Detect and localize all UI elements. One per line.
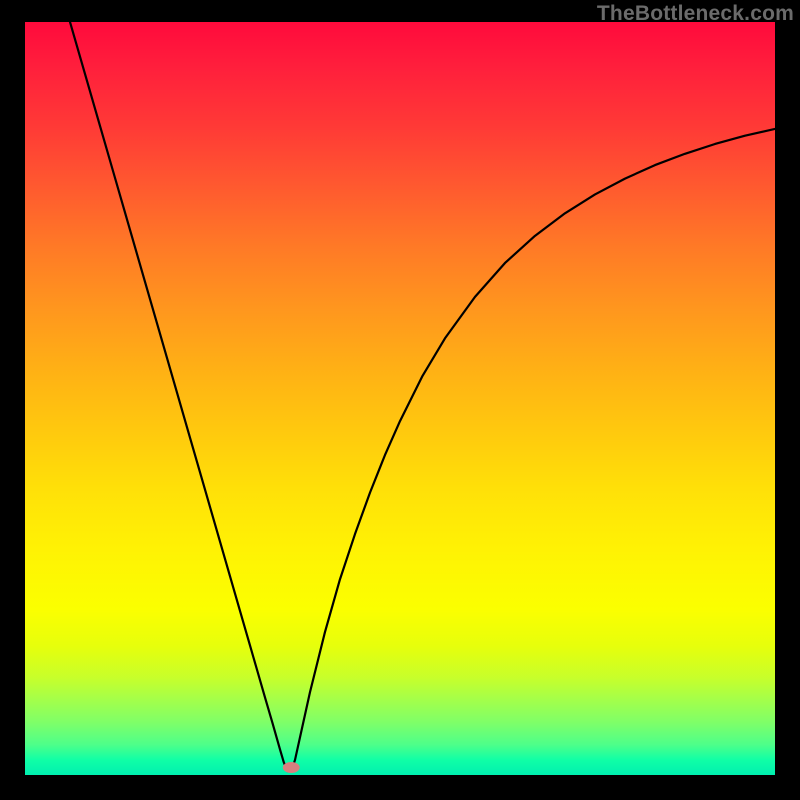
optimal-marker xyxy=(283,762,300,773)
frame-border-right xyxy=(775,0,800,800)
plot-area xyxy=(25,22,775,775)
watermark-text: TheBottleneck.com xyxy=(597,2,794,26)
bottleneck-curve xyxy=(70,22,775,771)
frame-border-bottom xyxy=(0,775,800,800)
frame-border-left xyxy=(0,0,25,800)
chart-svg xyxy=(25,22,775,775)
chart-frame: TheBottleneck.com xyxy=(0,0,800,800)
